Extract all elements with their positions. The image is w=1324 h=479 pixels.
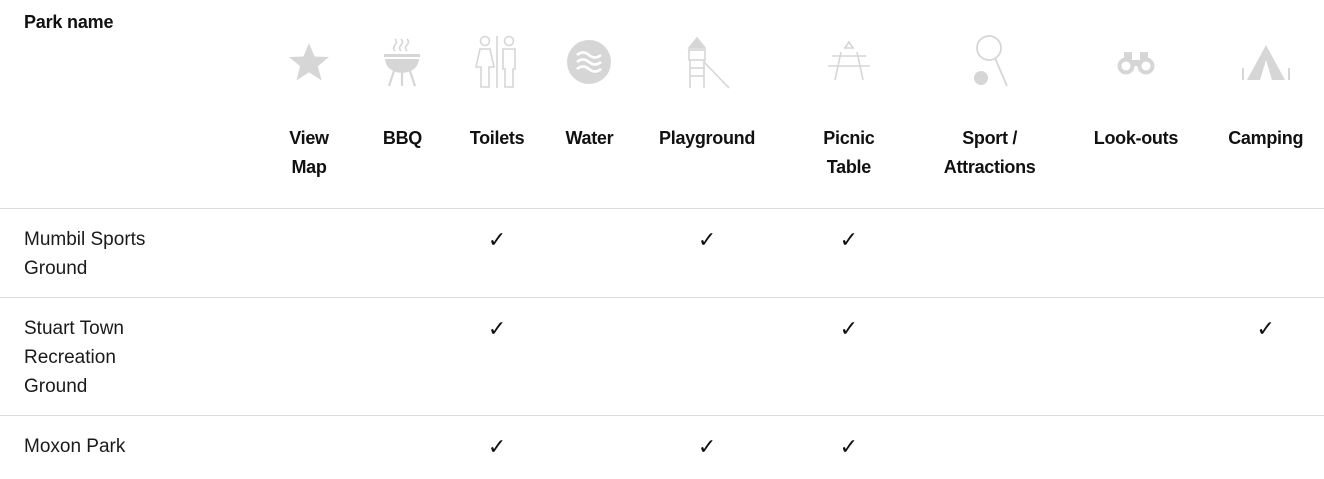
check-cell: ✓	[782, 297, 915, 416]
check-cell: ✓	[631, 415, 783, 475]
checkmark-icon: ✓	[1256, 315, 1275, 341]
check-cell	[915, 415, 1065, 475]
check-cell: ✓	[631, 208, 783, 298]
table-row: Mumbil Sports Ground ✓ ✓ ✓	[0, 208, 1324, 298]
header-look-outs: Look-outs	[1064, 0, 1208, 209]
park-name-line: Moxon Park	[24, 435, 126, 457]
checkmark-icon: ✓	[839, 315, 859, 341]
check-cell: ✓	[1207, 297, 1324, 416]
facility-label: View	[289, 128, 329, 148]
facility-label: Look-outs	[1093, 128, 1179, 148]
park-name-cell: Mumbil Sports Ground	[0, 208, 260, 298]
binoculars-icon	[1064, 34, 1207, 90]
check-cell	[259, 208, 359, 298]
check-cell: ✓	[782, 208, 915, 298]
park-name-line: Recreation	[24, 346, 116, 368]
check-cell	[548, 415, 632, 475]
check-cell	[914, 297, 1065, 416]
park-name-cell: Moxon Park	[0, 415, 260, 475]
check-cell: ✓	[446, 297, 548, 416]
parks-facilities-table: Park name View Map BBQ Toilets Water Pla…	[0, 0, 1324, 475]
park-name-header: Park name	[0, 0, 260, 209]
facility-label: Water	[565, 128, 614, 148]
star-icon	[260, 34, 359, 90]
toilets-icon	[446, 34, 547, 90]
bbq-icon	[358, 34, 446, 90]
checkmark-icon: ✓	[697, 226, 717, 252]
check-cell	[358, 297, 447, 416]
table-row: Stuart Town Recreation Ground ✓ ✓ ✓	[0, 297, 1324, 416]
water-icon	[548, 34, 632, 90]
facility-label: Map	[291, 157, 327, 177]
facility-label: Table	[826, 157, 871, 177]
checkmark-icon: ✓	[697, 433, 717, 459]
check-cell	[631, 297, 783, 416]
checkmark-icon: ✓	[487, 433, 507, 459]
facility-label: Camping	[1228, 128, 1304, 148]
facility-label: Toilets	[469, 128, 525, 148]
check-cell	[914, 208, 1065, 298]
table-row: Moxon Park ✓ ✓ ✓	[0, 415, 1324, 475]
check-cell: ✓	[783, 415, 915, 475]
check-cell: ✓	[446, 208, 548, 298]
facility-label: Playground	[659, 128, 756, 148]
check-cell	[260, 415, 359, 475]
facility-label: Attractions	[943, 157, 1036, 177]
park-name-line: Mumbil Sports	[24, 228, 146, 250]
park-name-line: Ground	[24, 375, 88, 397]
check-cell	[1064, 297, 1208, 416]
check-cell	[547, 208, 632, 298]
checkmark-icon: ✓	[839, 226, 859, 252]
check-cell	[1207, 415, 1324, 475]
tent-icon	[1207, 34, 1324, 90]
facility-label: Picnic	[823, 128, 875, 148]
park-name-cell: Stuart Town Recreation Ground	[0, 297, 260, 416]
header-bbq: BBQ	[358, 0, 447, 209]
header-playground: Playground	[631, 0, 783, 209]
check-cell: ✓	[446, 415, 547, 475]
header-camping: Camping	[1207, 0, 1324, 209]
header-view-map: View Map	[259, 0, 359, 209]
check-cell	[259, 297, 359, 416]
park-name-line: Stuart Town	[24, 317, 124, 339]
facility-label: BBQ	[382, 128, 423, 148]
facility-label: Sport /	[962, 128, 1018, 148]
header-picnic-table: Picnic Table	[782, 0, 915, 209]
check-cell	[358, 415, 446, 475]
check-cell	[1064, 208, 1208, 298]
check-cell	[1207, 208, 1324, 298]
park-name-line: Ground	[24, 257, 88, 279]
check-cell	[358, 208, 447, 298]
header-sport-attractions: Sport / Attractions	[914, 0, 1065, 209]
header-toilets: Toilets	[446, 0, 548, 209]
header-water: Water	[547, 0, 632, 209]
check-cell	[547, 297, 632, 416]
checkmark-icon: ✓	[839, 433, 859, 459]
checkmark-icon: ✓	[487, 315, 507, 341]
picnic-table-icon	[783, 34, 915, 90]
check-cell	[1064, 415, 1207, 475]
checkmark-icon: ✓	[487, 226, 507, 252]
table-header-row: Park name View Map BBQ Toilets Water Pla…	[0, 0, 1324, 209]
sport-icon	[915, 34, 1065, 90]
playground-icon	[631, 34, 783, 90]
